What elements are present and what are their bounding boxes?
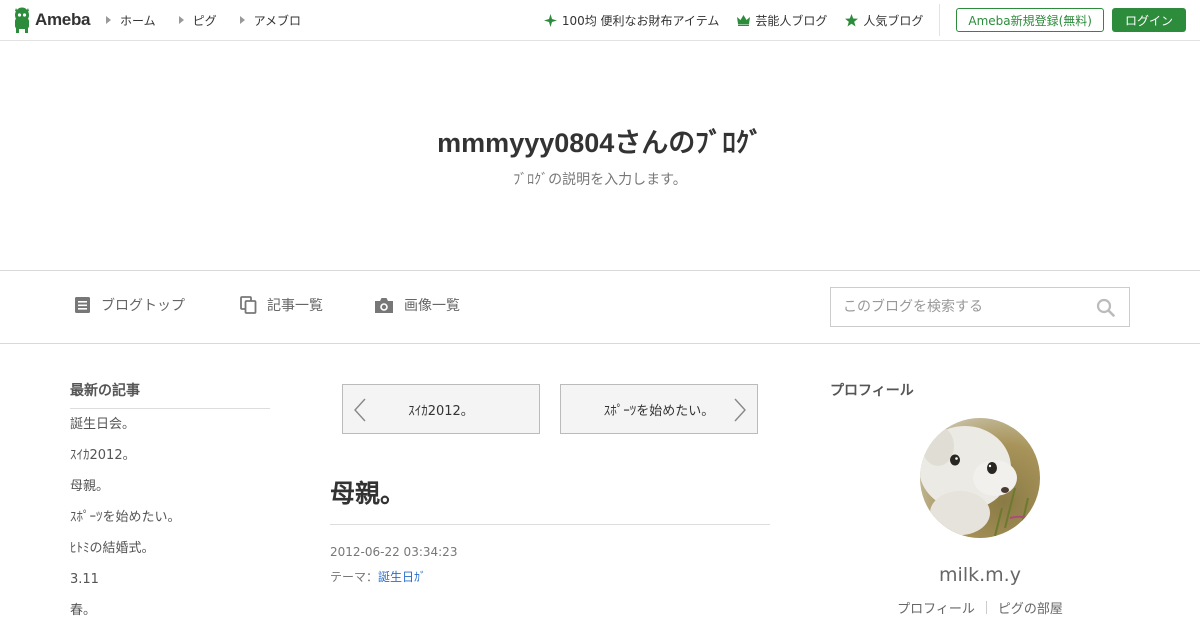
logo-text: Ameba [35,10,91,29]
prev-entry-label: ｽｲｶ2012。 [408,403,474,419]
entry-theme-link[interactable]: 誕生日ｶﾞ [378,570,426,584]
entry-theme: テーマ：誕生日ｶﾞ [330,568,770,585]
list-item[interactable]: ｽｲｶ2012。 [70,440,270,471]
nav-ameblo-label: アメブロ [253,13,302,28]
profile-heading: プロフィール [830,383,914,399]
blog-search [830,287,1130,327]
triangle-right-icon [239,16,245,24]
dog-avatar-image [920,418,1040,538]
triangle-right-icon [106,16,111,24]
nav-ameblo[interactable]: アメブロ [239,12,302,29]
login-button[interactable]: ログイン [1112,8,1186,32]
list-item[interactable]: ﾋﾄﾐの結婚式。 [70,533,270,564]
next-entry-label: ｽﾎﾟｰﾂを始めたい。 [603,403,715,419]
document-icon [75,297,90,313]
blog-navbar: ブログトップ 記事一覧 画像一覧 [0,270,1200,344]
list-item[interactable]: ｽﾎﾟｰﾂを始めたい。 [70,502,270,533]
blog-header: mmmyyy0804さんのﾌﾞﾛｸﾞ ﾌﾞﾛｸﾞの説明を入力します。 [0,41,1200,270]
profile-links: プロフィール ピグの部屋 [830,598,1130,617]
tab-image-list[interactable]: 画像一覧 [374,295,460,315]
list-item[interactable]: 春。 [70,595,270,626]
global-nav: ホーム ピグ アメブロ [106,0,324,40]
pigg-room-link[interactable]: ピグの部屋 [998,598,1063,617]
link-separator [985,601,987,614]
star-icon [845,13,859,26]
link-popular-blog[interactable]: 人気ブログ [845,12,923,29]
link-celebrity-blog-label: 芸能人ブログ [755,13,828,28]
camera-icon [375,297,393,313]
search-input[interactable] [831,288,1081,326]
entry-title: 母親。 [330,474,770,525]
list-item[interactable]: 3.11 [70,564,270,595]
search-icon [1096,298,1115,317]
profile-link[interactable]: プロフィール [897,598,975,617]
list-item[interactable]: 母親。 [70,471,270,502]
prev-entry-button[interactable]: ｽｲｶ2012。 [342,384,540,434]
blog-description: ﾌﾞﾛｸﾞの説明を入力します。 [513,172,687,188]
global-header: Ameba ホーム ピグ アメブロ 100均 便利なお財布アイテム 芸能人ブログ… [0,0,1200,41]
header-divider [939,4,941,36]
sparkle-icon [543,13,557,27]
chevron-right-icon [734,398,746,422]
tab-blog-top-label: ブログトップ [101,298,185,314]
recent-articles-list: 誕生日会。 ｽｲｶ2012。 母親。 ｽﾎﾟｰﾂを始めたい。 ﾋﾄﾐの結婚式。 … [70,409,270,626]
link-promo-label: 100均 便利なお財布アイテム [561,13,720,28]
recent-articles-heading: 最新の記事 [70,380,270,409]
main-content: ｽｲｶ2012。 ｽﾎﾟｰﾂを始めたい。 母親。 2012-06-22 03:3… [330,384,770,585]
header-links: 100均 便利なお財布アイテム 芸能人ブログ 人気ブログ Ameba新規登録(無… [526,0,1200,40]
nav-home-label: ホーム [120,13,156,28]
blog-title[interactable]: mmmyyy0804さんのﾌﾞﾛｸﾞ [0,121,1200,160]
next-entry-button[interactable]: ｽﾎﾟｰﾂを始めたい。 [560,384,758,434]
ameba-mascot-icon [15,7,29,33]
nav-pigg-label: ピグ [192,13,217,28]
ameba-logo[interactable]: Ameba [12,6,90,34]
crown-icon [737,14,751,26]
tab-article-list-label: 記事一覧 [267,298,323,314]
tab-image-list-label: 画像一覧 [404,298,460,314]
entry-theme-label: テーマ： [330,570,379,584]
entry-date: 2012-06-22 03:34:23 [330,545,458,559]
tab-blog-top[interactable]: ブログトップ [74,295,185,315]
chevron-left-icon [354,398,366,422]
register-button[interactable]: Ameba新規登録(無料) [956,8,1104,32]
profile-name[interactable]: milk.m.y [830,564,1130,586]
search-button[interactable] [1096,298,1115,321]
link-promo[interactable]: 100均 便利なお財布アイテム [543,12,720,29]
avatar[interactable] [920,418,1040,538]
tab-article-list[interactable]: 記事一覧 [240,295,323,315]
list-item[interactable]: 誕生日会。 [70,409,270,440]
nav-home[interactable]: ホーム [106,12,156,29]
recent-articles: 最新の記事 誕生日会。 ｽｲｶ2012。 母親。 ｽﾎﾟｰﾂを始めたい。 ﾋﾄﾐ… [70,380,270,626]
link-popular-blog-label: 人気ブログ [863,13,924,28]
profile-section: プロフィール milk.m.y プロフィール ピグの部屋 [830,380,1130,617]
entry-pager: ｽｲｶ2012。 ｽﾎﾟｰﾂを始めたい。 [330,384,770,434]
triangle-right-icon [178,16,184,24]
link-celebrity-blog[interactable]: 芸能人ブログ [737,12,827,29]
copy-icon [240,296,257,314]
nav-pigg[interactable]: ピグ [178,12,217,29]
